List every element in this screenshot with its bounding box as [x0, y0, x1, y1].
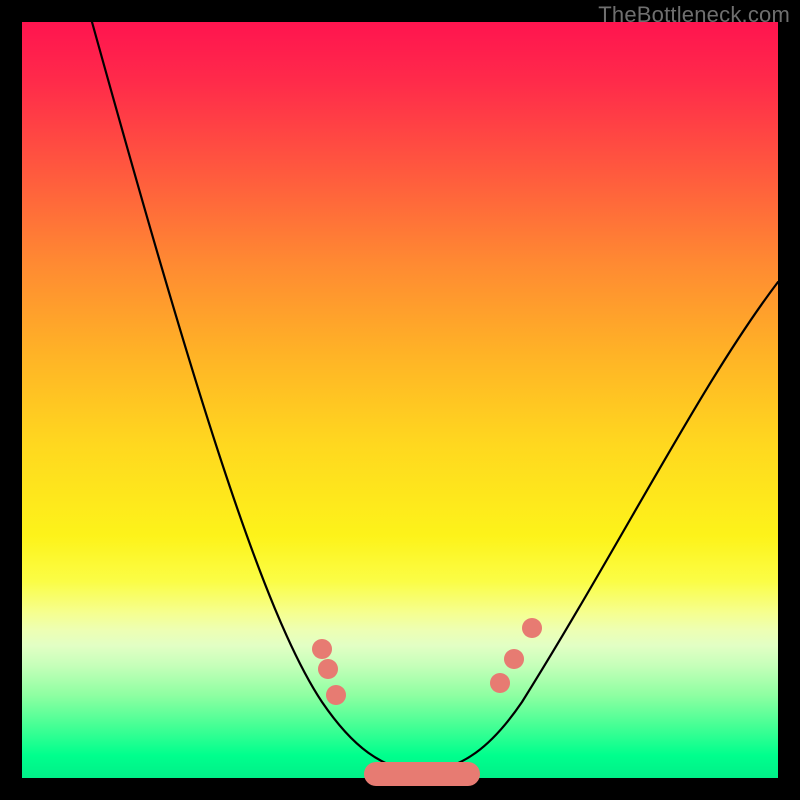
chart-svg: [22, 22, 778, 778]
bottleneck-curve: [92, 22, 778, 772]
curve-markers: [312, 618, 542, 786]
chart-plot-area: [22, 22, 778, 778]
